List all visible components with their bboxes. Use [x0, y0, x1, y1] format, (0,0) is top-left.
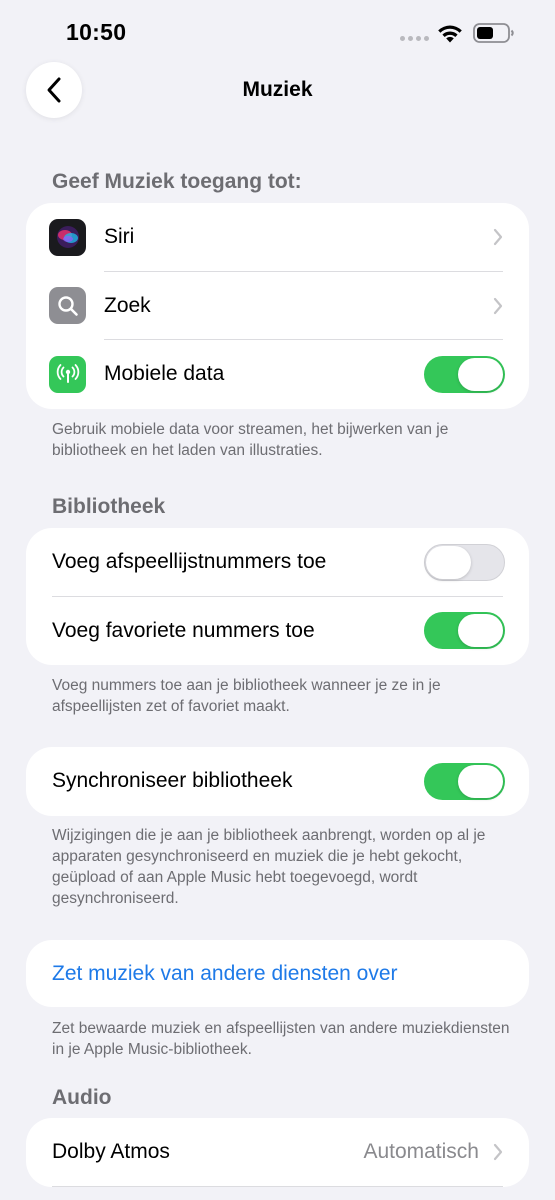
section-header-library: Bibliotheek — [52, 495, 166, 518]
row-add-playlist-songs: Voeg afspeellijstnummers toe — [26, 528, 529, 597]
wifi-icon — [438, 25, 462, 43]
chevron-right-icon — [493, 297, 503, 314]
sync-card: Synchroniseer bibliotheek — [26, 747, 529, 816]
row-label-siri: Siri — [104, 225, 135, 249]
transfer-footnote: Zet bewaarde muziek en afspeellijsten va… — [52, 1020, 510, 1058]
siri-icon — [49, 218, 86, 256]
chevron-right-icon — [493, 229, 503, 246]
row-label-zoek: Zoek — [104, 293, 151, 317]
cellular-signal-icon — [400, 36, 429, 41]
transfer-music-button[interactable]: Zet muziek van andere diensten over — [26, 940, 529, 1007]
toggle-knob — [426, 545, 471, 579]
mobile-data-toggle[interactable] — [424, 355, 505, 393]
access-card: Siri Zoek Mobiele data — [26, 203, 529, 409]
toggle-knob — [458, 357, 503, 391]
row-dolby-atmos[interactable]: Dolby Atmos Automatisch — [26, 1118, 529, 1187]
add-favorite-songs-toggle[interactable] — [424, 612, 505, 650]
add-playlist-songs-toggle[interactable] — [424, 543, 505, 581]
section-header-audio: Audio — [52, 1086, 112, 1109]
dolby-atmos-value: Automatisch — [363, 1140, 479, 1164]
battery-icon — [473, 23, 514, 43]
row-label-add-playlist-songs: Voeg afspeellijstnummers toe — [52, 550, 327, 574]
row-add-favorite-songs: Voeg favoriete nummers toe — [26, 597, 529, 666]
row-sync-library: Synchroniseer bibliotheek — [26, 747, 529, 816]
toggle-knob — [458, 764, 503, 798]
transfer-music-label: Zet muziek van andere diensten over — [52, 961, 398, 985]
access-footnote: Gebruik mobiele data voor streamen, het … — [52, 421, 449, 459]
transfer-card: Zet muziek van andere diensten over — [26, 940, 529, 1007]
search-icon — [49, 287, 86, 325]
chevron-right-icon — [493, 1144, 503, 1161]
audio-card: Dolby Atmos Automatisch — [26, 1118, 529, 1187]
library-card: Voeg afspeellijstnummers toe Voeg favori… — [26, 528, 529, 665]
row-label-add-favorite-songs: Voeg favoriete nummers toe — [52, 618, 315, 642]
divider — [52, 1185, 503, 1187]
sync-library-toggle[interactable] — [424, 762, 505, 800]
row-label-sync-library: Synchroniseer bibliotheek — [52, 769, 293, 793]
status-bar: 10:50 — [0, 0, 555, 64]
status-time: 10:50 — [66, 19, 127, 45]
cellular-icon — [49, 355, 86, 393]
row-zoek[interactable]: Zoek — [26, 272, 529, 340]
section-header-access: Geef Muziek toegang tot: — [52, 170, 302, 193]
library-footnote: Voeg nummers toe aan je bibliotheek wann… — [52, 677, 441, 715]
row-label-dolby-atmos: Dolby Atmos — [52, 1140, 170, 1164]
row-siri[interactable]: Siri — [26, 203, 529, 272]
row-label-mobile-data: Mobiele data — [104, 362, 225, 386]
navigation-bar: Muziek — [0, 62, 555, 118]
row-mobile-data: Mobiele data — [26, 340, 529, 409]
toggle-knob — [458, 614, 503, 648]
page-title: Muziek — [242, 78, 313, 101]
sync-footnote: Wijzigingen die je aan je bibliotheek aa… — [52, 827, 486, 907]
